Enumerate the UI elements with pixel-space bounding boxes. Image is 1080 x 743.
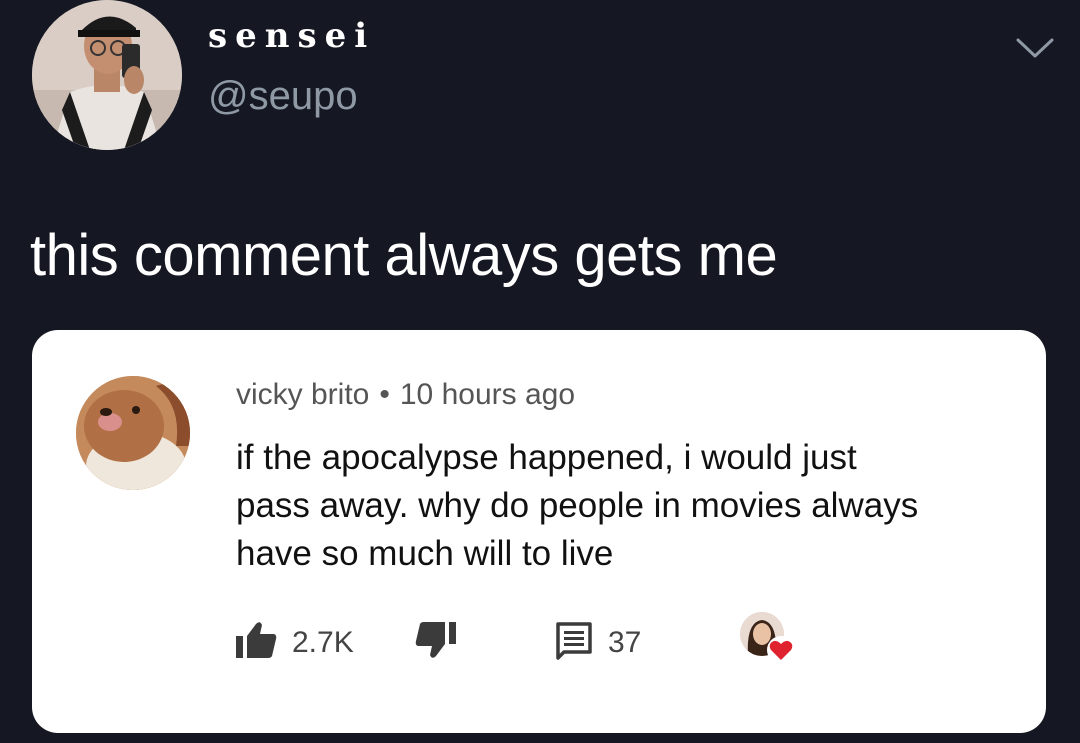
meta-separator: • [379,378,390,411]
thumbs-down-icon [414,620,458,665]
comment-icon [554,620,594,665]
comment-card: vicky brito • 10 hours ago if the apocalyp… [32,330,1046,733]
comment-line: have so much will to live [236,534,614,573]
reply-button[interactable]: 37 [554,620,641,665]
display-name[interactable]: sensei [208,16,375,56]
comment-author[interactable]: vicky brito [236,378,369,411]
comment-time[interactable]: 10 hours ago [400,378,575,411]
comment-line: if the apocalypse happened, i would just [236,438,857,477]
like-button[interactable]: 2.7K [234,620,354,665]
tweet-text: this comment always gets me [30,223,778,288]
comment-meta: vicky brito • 10 hours ago [236,378,575,412]
reply-count: 37 [608,625,642,659]
comment-line: pass away. why do people in movies alway… [236,486,919,525]
chevron-down-icon[interactable] [1014,34,1056,62]
user-handle[interactable]: @seupo [208,74,358,119]
commenter-avatar[interactable] [76,376,190,490]
tweet-header: sensei @seupo [0,0,1080,170]
creator-heart [740,612,798,670]
like-count: 2.7K [292,625,354,659]
thumbs-up-icon [234,620,278,665]
user-avatar[interactable] [32,0,182,150]
comment-actions: 2.7K 37 [234,612,834,668]
comment-body: if the apocalypse happened, i would just… [236,434,1036,578]
heart-icon [766,636,796,664]
dislike-button[interactable] [414,620,458,665]
